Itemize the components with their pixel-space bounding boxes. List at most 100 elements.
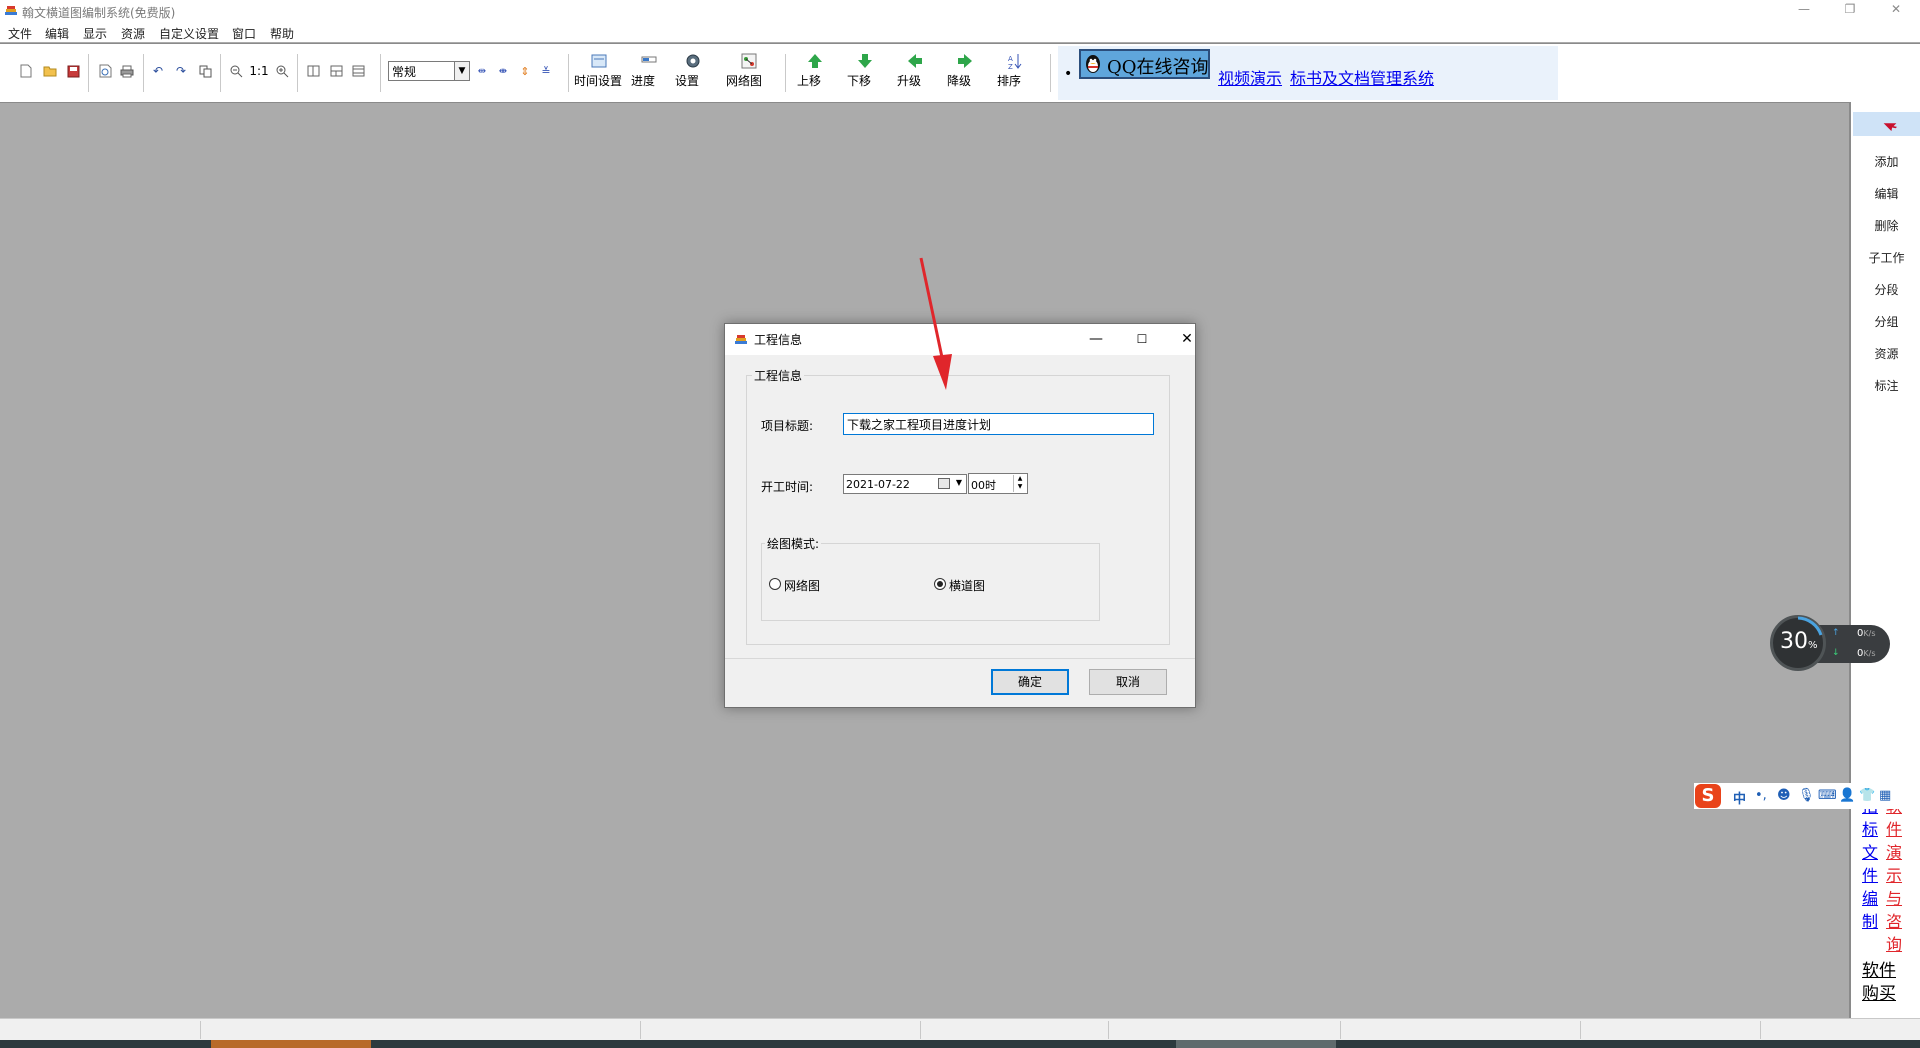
align-left-right-icon[interactable]: ⇹	[473, 62, 491, 80]
chevron-down-icon[interactable]: ▼	[956, 478, 962, 487]
undo-icon[interactable]: ↶	[149, 62, 167, 80]
dialog-maximize-button[interactable]: ☐	[1127, 328, 1157, 350]
buy-software-link[interactable]: 软件购买	[1862, 960, 1898, 1006]
subtask-tool[interactable]: 子工作	[1851, 249, 1920, 266]
menu-resources[interactable]: 资源	[121, 25, 145, 42]
network-speed-widget[interactable]: 30% ↑ ↓ 0K/s 0K/s	[1770, 615, 1890, 671]
sort-button[interactable]: AZ 排序	[997, 52, 1033, 88]
network-diagram-button[interactable]: 网络图	[726, 52, 772, 88]
user-icon[interactable]: 👤	[1839, 788, 1855, 803]
network-diagram-icon	[741, 53, 757, 69]
taskbar-active-app[interactable]	[211, 1040, 371, 1048]
mode-network-radio[interactable]	[769, 578, 781, 590]
mode-gantt-radio[interactable]	[934, 578, 946, 590]
align-center-icon[interactable]: ⇼	[494, 62, 512, 80]
status-bar	[0, 1018, 1920, 1041]
app-logo-icon	[5, 6, 17, 15]
project-info-dialog: 工程信息 — ☐ ✕ 工程信息 项目标题: 开工时间: 2021-07-22 ▼…	[724, 323, 1196, 708]
segment-tool[interactable]: 分段	[1851, 281, 1920, 298]
ime-toolbar: S 中 •, ☻ 🎙 ⌨ 👤 👕 ▦	[1694, 783, 1920, 809]
start-hour-stepper[interactable]: 00时 ▲ ▼	[968, 473, 1028, 494]
download-arrow-icon: ↓	[1832, 648, 1840, 658]
menu-view[interactable]: 显示	[83, 25, 107, 42]
ime-punctuation-toggle[interactable]: •,	[1755, 788, 1767, 803]
cancel-button[interactable]: 取消	[1089, 669, 1167, 695]
zoom-reset-button[interactable]: 1:1	[249, 62, 269, 80]
add-tool[interactable]: 添加	[1851, 153, 1920, 170]
edit-tool[interactable]: 编辑	[1851, 185, 1920, 202]
delete-tool[interactable]: 删除	[1851, 217, 1920, 234]
redo-icon[interactable]: ↷	[172, 62, 190, 80]
copy-icon[interactable]	[196, 62, 214, 80]
split-rows-icon[interactable]	[349, 62, 367, 80]
resource-tool[interactable]: 资源	[1851, 345, 1920, 362]
qq-penguin-icon	[1086, 55, 1100, 73]
progress-button[interactable]: 进度	[631, 52, 667, 88]
minimize-button[interactable]: —	[1790, 2, 1818, 20]
group-tool[interactable]: 分组	[1851, 313, 1920, 330]
spinner-arrows-icon[interactable]: ▲ ▼	[1013, 475, 1026, 492]
software-demo-link[interactable]: 软件演示与咨询	[1886, 795, 1904, 956]
close-button[interactable]: ✕	[1882, 2, 1910, 20]
settings-icon	[686, 54, 700, 68]
save-icon[interactable]	[64, 62, 82, 80]
split-table-icon[interactable]	[327, 62, 345, 80]
ok-button[interactable]: 确定	[991, 669, 1069, 695]
window-title: 翰文横道图编制系统(免费版)	[22, 6, 176, 20]
ime-language-toggle[interactable]: 中	[1733, 788, 1746, 807]
title-bar: 翰文横道图编制系统(免费版) — ❐ ✕	[0, 0, 1920, 22]
expand-vertical-icon[interactable]: ⇕	[516, 62, 534, 80]
demote-button[interactable]: 降级	[947, 52, 983, 88]
settings-button[interactable]: 设置	[675, 52, 711, 88]
menu-help[interactable]: 帮助	[270, 25, 294, 42]
zoom-in-icon[interactable]	[273, 62, 291, 80]
print-preview-icon[interactable]	[96, 62, 114, 80]
zoom-out-icon[interactable]	[227, 62, 245, 80]
move-down-button[interactable]: 下移	[847, 52, 883, 88]
app-logo-icon	[735, 335, 747, 344]
tender-doc-link[interactable]: 招标文件编制	[1862, 795, 1880, 933]
qq-consult-button[interactable]: QQ在线咨询	[1079, 49, 1210, 79]
toolbox-icon[interactable]: ▦	[1879, 788, 1891, 803]
start-date-picker[interactable]: 2021-07-22 ▼	[843, 474, 967, 494]
menu-file[interactable]: 文件	[8, 25, 32, 42]
mode-select[interactable]: 常规 ▼	[388, 61, 470, 81]
dialog-minimize-button[interactable]: —	[1081, 328, 1111, 350]
print-icon[interactable]	[118, 62, 136, 80]
emoji-icon[interactable]: ☻	[1777, 788, 1791, 803]
draw-mode-label: 绘图模式:	[765, 535, 822, 552]
svg-text:Z: Z	[1008, 63, 1013, 70]
chevron-down-icon: ▼	[454, 62, 469, 80]
mode-gantt-label[interactable]: 横道图	[949, 577, 985, 594]
mode-network-label[interactable]: 网络图	[784, 577, 820, 594]
menu-custom-settings[interactable]: 自定义设置	[159, 25, 219, 42]
doc-management-link[interactable]: 标书及文档管理系统	[1290, 65, 1434, 89]
project-title-input[interactable]	[843, 413, 1154, 435]
sogou-logo-icon[interactable]: S	[1695, 784, 1721, 808]
calendar-icon[interactable]	[938, 478, 950, 489]
start-time-label: 开工时间:	[761, 480, 814, 494]
annotation-tool[interactable]: 标注	[1851, 377, 1920, 394]
dialog-close-button[interactable]: ✕	[1172, 328, 1202, 350]
move-up-button[interactable]: 上移	[797, 52, 833, 88]
upload-arrow-icon: ↑	[1832, 628, 1840, 638]
promote-button[interactable]: 升级	[897, 52, 933, 88]
menu-edit[interactable]: 编辑	[45, 25, 69, 42]
split-columns-icon[interactable]	[304, 62, 322, 80]
time-settings-button[interactable]: 时间设置	[574, 52, 624, 88]
new-file-icon[interactable]	[17, 62, 35, 80]
toolbar: ↶ ↷ 1:1 常规 ▼ ⇹ ⇼ ⇕ ≚ 时间设置 进度 设置 网络图 上移 下…	[0, 43, 1920, 103]
collapse-vertical-icon[interactable]: ≚	[537, 62, 555, 80]
keyboard-icon[interactable]: ⌨	[1818, 788, 1837, 803]
pointer-tool[interactable]	[1853, 112, 1920, 136]
skin-icon[interactable]: 👕	[1859, 788, 1875, 803]
cursor-icon	[1883, 123, 1897, 131]
sort-icon: AZ	[1008, 54, 1022, 70]
progress-icon	[641, 56, 657, 63]
restore-button[interactable]: ❐	[1836, 2, 1864, 20]
microphone-icon[interactable]: 🎙	[1798, 788, 1815, 803]
taskbar-app[interactable]	[1176, 1040, 1336, 1048]
menu-window[interactable]: 窗口	[232, 25, 256, 42]
open-folder-icon[interactable]	[41, 62, 59, 80]
video-demo-link[interactable]: 视频演示	[1218, 65, 1282, 89]
